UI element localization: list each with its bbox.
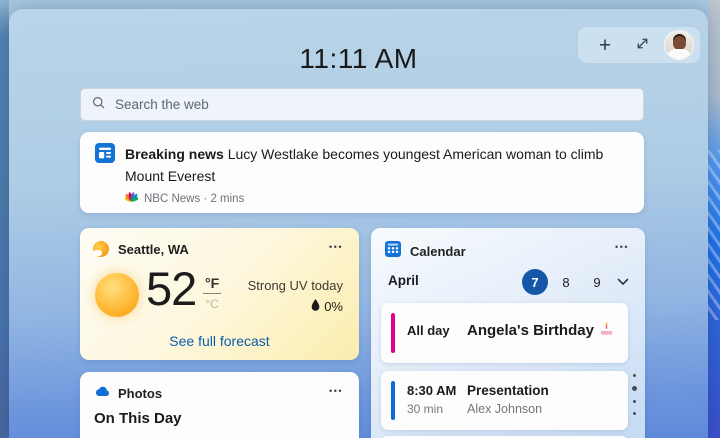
avatar-shirt	[667, 49, 691, 60]
photos-title: Photos	[118, 386, 162, 401]
add-widget-button[interactable]: +	[590, 30, 620, 60]
date-7-selected[interactable]: 7	[522, 269, 548, 295]
event-title-text: Angela's Birthday	[467, 322, 594, 339]
weather-widget[interactable]: Seattle, WA ••• 52 °F °C Strong UV today…	[80, 228, 359, 360]
scroll-indicator[interactable]	[631, 374, 637, 415]
news-source-text: NBC News · 2 mins	[144, 193, 244, 205]
photos-widget[interactable]: Photos ••• On This Day	[80, 372, 359, 438]
temperature-value: 52	[146, 261, 196, 316]
news-icon	[95, 143, 115, 187]
desktop-wallpaper-right	[708, 0, 720, 438]
search-icon	[91, 95, 106, 115]
expand-icon	[634, 35, 651, 55]
calendar-title: Calendar	[410, 244, 466, 259]
event-title: Presentation	[467, 383, 549, 398]
event-person: Alex Johnson	[467, 402, 542, 416]
cloud-icon	[93, 384, 110, 402]
droplet-icon	[311, 299, 320, 314]
precipitation-value: 0%	[324, 299, 343, 314]
sun-icon	[95, 273, 139, 317]
weather-condition: Strong UV today	[248, 278, 343, 293]
news-source: NBC News · 2 mins	[125, 192, 628, 206]
calendar-header: Calendar	[385, 241, 466, 262]
photos-heading: On This Day	[94, 410, 182, 427]
see-full-forecast-link[interactable]: See full forecast	[80, 333, 359, 349]
chevron-down-icon[interactable]	[617, 274, 629, 289]
news-card[interactable]: Breaking news Lucy Westlake becomes youn…	[80, 132, 644, 213]
weather-location: Seattle, WA	[118, 242, 189, 257]
search-bar[interactable]	[80, 88, 644, 121]
more-options-button[interactable]: •••	[325, 238, 347, 256]
user-avatar[interactable]	[664, 30, 694, 60]
weather-details: Strong UV today 0%	[248, 278, 343, 314]
search-input[interactable]	[115, 97, 633, 112]
plus-icon: +	[599, 35, 611, 56]
calendar-icon	[385, 241, 401, 262]
precipitation: 0%	[248, 299, 343, 314]
calendar-widget[interactable]: Calendar ••• April 7 8 9 All day Angela'…	[371, 228, 645, 438]
event-color-bar	[391, 313, 395, 353]
calendar-event-birthday[interactable]: All day Angela's Birthday	[381, 303, 628, 363]
birthday-cake-icon	[599, 321, 614, 340]
calendar-month: April	[388, 273, 419, 288]
photos-header: Photos	[93, 384, 162, 402]
date-8[interactable]: 8	[553, 269, 579, 295]
unit-toggle[interactable]: °F °C	[203, 275, 221, 311]
scroll-dot-active	[632, 386, 637, 391]
msn-weather-icon	[93, 241, 109, 257]
calendar-event-presentation[interactable]: 8:30 AM 30 min Presentation Alex Johnson	[381, 371, 628, 430]
more-options-button[interactable]: •••	[611, 238, 633, 256]
unit-fahrenheit[interactable]: °F	[203, 275, 221, 294]
news-headline: Breaking news Lucy Westlake becomes youn…	[125, 143, 610, 187]
widgets-panel: 11:11 AM +	[9, 9, 708, 438]
event-color-bar	[391, 381, 395, 420]
date-9[interactable]: 9	[584, 269, 610, 295]
news-tag: Breaking news	[125, 146, 224, 162]
desktop-wallpaper-left	[0, 0, 9, 438]
expand-button[interactable]	[627, 30, 657, 60]
scroll-dot	[633, 374, 636, 377]
event-title: Angela's Birthday	[467, 321, 614, 340]
scroll-dot	[633, 412, 636, 415]
unit-celsius[interactable]: °C	[203, 297, 221, 311]
scroll-dot	[633, 400, 636, 403]
nbc-peacock-icon	[125, 192, 138, 206]
event-time: All day	[407, 323, 450, 338]
event-duration: 30 min	[407, 402, 443, 416]
avatar-face	[673, 36, 686, 50]
panel-controls: +	[578, 27, 700, 63]
more-options-button[interactable]: •••	[325, 382, 347, 400]
weather-header: Seattle, WA	[93, 241, 189, 257]
event-time: 8:30 AM	[407, 383, 456, 398]
